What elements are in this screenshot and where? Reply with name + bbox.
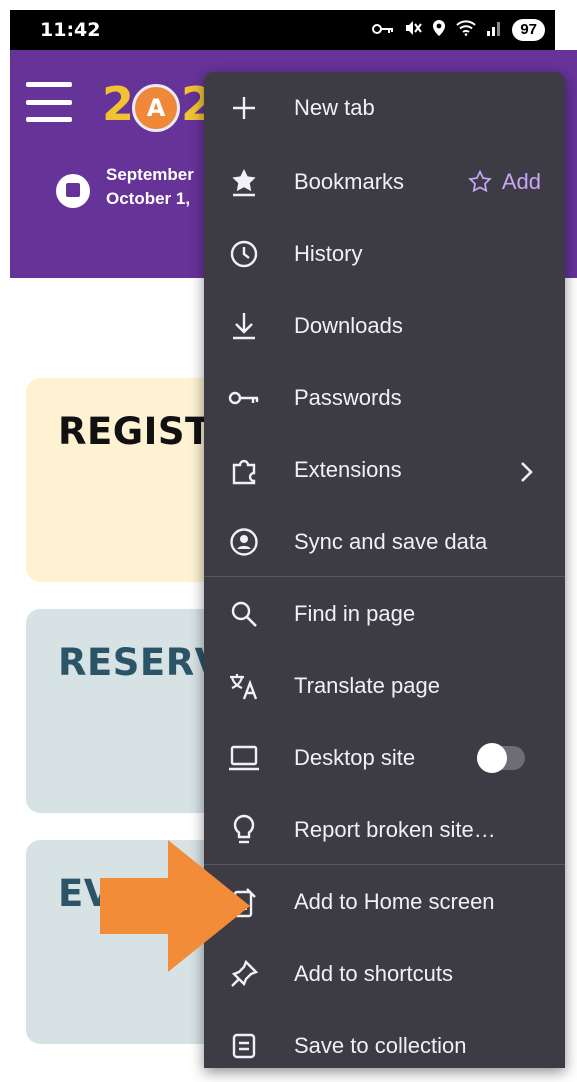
bookmark-star-icon	[228, 166, 260, 198]
menu-item-report-broken-site[interactable]: Report broken site…	[204, 794, 565, 866]
menu-item-translate[interactable]: Translate page	[204, 650, 565, 722]
menu-label-find: Find in page	[294, 601, 416, 626]
menu-item-desktop-site[interactable]: Desktop site	[204, 722, 565, 794]
menu-label-shortcuts: Add to shortcuts	[294, 961, 453, 986]
puzzle-icon	[228, 454, 260, 486]
event-dates: September October 1,	[106, 163, 194, 211]
chevron-right-icon	[519, 434, 535, 506]
key-icon	[228, 382, 260, 414]
status-time: 11:42	[40, 19, 101, 41]
mute-icon	[404, 20, 423, 40]
menu-divider	[204, 576, 565, 577]
location-icon	[432, 19, 446, 41]
add-bookmark-button[interactable]: Add	[468, 146, 541, 218]
menu-item-new-tab[interactable]: New tab	[204, 72, 565, 144]
laptop-icon	[228, 742, 260, 774]
desktop-site-toggle[interactable]	[477, 743, 525, 773]
menu-label-bookmarks: Bookmarks	[294, 169, 405, 194]
status-icons: 97	[372, 19, 545, 41]
menu-label-desktop-site: Desktop site	[294, 745, 416, 770]
menu-item-add-to-home-screen[interactable]: Add to Home screen	[204, 866, 565, 938]
star-outline-icon	[468, 170, 492, 193]
menu-item-passwords[interactable]: Passwords	[204, 362, 565, 434]
plus-icon	[228, 92, 260, 124]
browser-overflow-menu: New tab Bookmarks Add History Downloads …	[204, 72, 565, 1068]
menu-item-extensions[interactable]: Extensions	[204, 434, 565, 506]
menu-label-history: History	[294, 241, 363, 266]
clock-icon	[228, 238, 260, 270]
menu-item-history[interactable]: History	[204, 218, 565, 290]
menu-label-collection: Save to collection	[294, 1033, 467, 1058]
menu-item-add-to-shortcuts[interactable]: Add to shortcuts	[204, 938, 565, 1010]
menu-item-save-to-collection[interactable]: Save to collection	[204, 1010, 565, 1082]
translate-icon	[228, 670, 260, 702]
menu-item-find-in-page[interactable]: Find in page	[204, 578, 565, 650]
menu-label-extensions: Extensions	[294, 457, 402, 482]
download-icon	[228, 310, 260, 342]
key-icon	[372, 22, 394, 39]
menu-label-new-tab: New tab	[294, 95, 375, 120]
signal-icon	[486, 20, 502, 40]
account-icon	[228, 526, 260, 558]
battery-indicator: 97	[512, 19, 545, 41]
menu-item-downloads[interactable]: Downloads	[204, 290, 565, 362]
date-line-1: September	[106, 165, 194, 184]
add-bookmark-label: Add	[501, 169, 541, 194]
search-icon	[228, 598, 260, 630]
hamburger-menu-icon[interactable]	[26, 82, 72, 122]
menu-label-translate: Translate page	[294, 673, 440, 698]
date-line-2: October 1,	[106, 189, 191, 208]
menu-divider	[204, 864, 565, 865]
menu-label-downloads: Downloads	[294, 313, 403, 338]
menu-item-sync[interactable]: Sync and save data	[204, 506, 565, 578]
collection-icon	[228, 1030, 260, 1062]
orange-arrow-annotation	[100, 840, 250, 972]
status-bar: 11:42 97	[10, 10, 555, 50]
menu-item-bookmarks[interactable]: Bookmarks Add	[204, 146, 565, 218]
wifi-icon	[456, 20, 477, 40]
menu-label-passwords: Passwords	[294, 385, 402, 410]
calendar-icon	[56, 174, 90, 208]
menu-label-add-home: Add to Home screen	[294, 889, 495, 914]
menu-label-sync: Sync and save data	[294, 529, 488, 554]
menu-label-report: Report broken site…	[294, 817, 496, 842]
